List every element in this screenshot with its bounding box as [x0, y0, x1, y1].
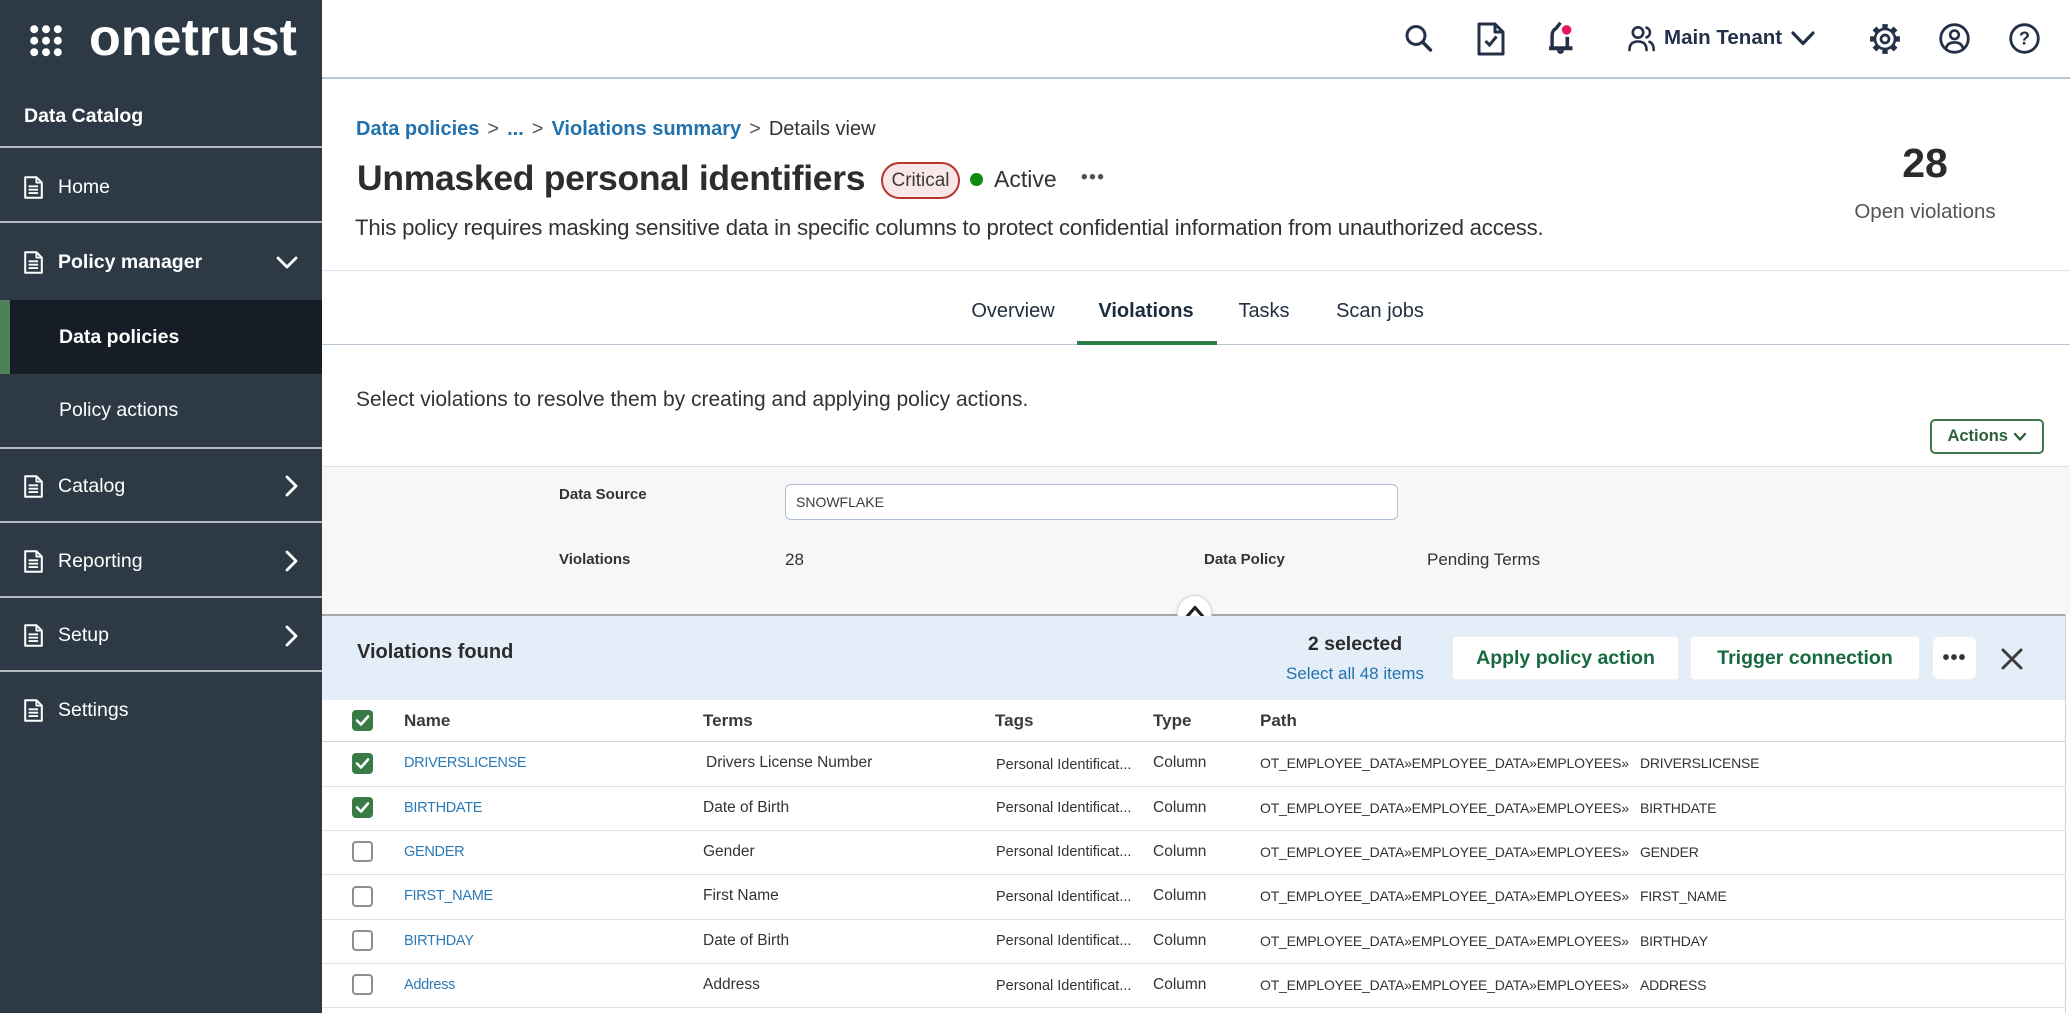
svg-text:?: ?: [2019, 29, 2030, 49]
